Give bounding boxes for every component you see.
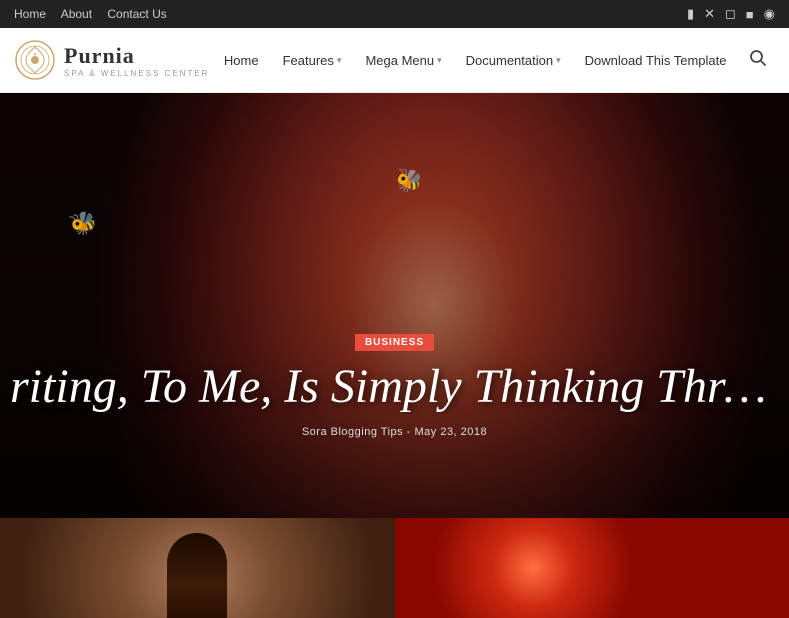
grid-right-image[interactable] [395, 518, 789, 618]
hero-badge[interactable]: BUSINESS [0, 332, 789, 361]
facebook-icon[interactable]: ▮ [687, 6, 694, 22]
topbar-home-link[interactable]: Home [14, 7, 46, 21]
logo-text: Purnia SPA & WELLNESS CENTER [64, 43, 209, 78]
grid-left-image[interactable] [0, 518, 395, 618]
grid-left-inner [0, 518, 395, 618]
instagram-icon[interactable]: ◻ [725, 6, 736, 22]
logo-icon: ✦ [14, 39, 56, 81]
hero-separator: - [407, 426, 411, 438]
hero-content: BUSINESS riting, To Me, Is Simply Thinki… [0, 332, 789, 438]
skype-icon[interactable]: ◉ [764, 6, 775, 22]
top-bar-nav: Home About Contact Us [14, 7, 179, 21]
topbar-about-link[interactable]: About [61, 7, 92, 21]
mega-menu-caret: ▾ [437, 55, 442, 66]
image-grid [0, 518, 789, 618]
nav-features[interactable]: Features ▾ [273, 45, 352, 76]
bee-decoration-2: 🐝 [393, 166, 425, 196]
hero-date: May 23, 2018 [414, 426, 487, 438]
nav-home[interactable]: Home [214, 45, 269, 76]
topbar-contact-link[interactable]: Contact Us [107, 7, 166, 21]
search-button[interactable] [741, 41, 775, 80]
social-icons: ▮ ✕ ◻ ■ ◉ [687, 6, 775, 22]
logo-name: Purnia [64, 43, 209, 69]
figure-silhouette [167, 533, 227, 618]
main-nav: Home Features ▾ Mega Menu ▾ Documentatio… [214, 45, 737, 76]
search-icon [749, 49, 767, 67]
hero-author: Sora Blogging Tips [302, 426, 403, 438]
docs-caret: ▾ [556, 55, 561, 66]
hero-meta: Sora Blogging Tips - May 23, 2018 [0, 426, 789, 438]
hero-title: riting, To Me, Is Simply Thinking Throug… [0, 361, 789, 414]
grid-right-inner [395, 518, 789, 618]
svg-text:✦: ✦ [33, 52, 37, 58]
nav-download-template[interactable]: Download This Template [575, 45, 737, 76]
header: ✦ Purnia SPA & WELLNESS CENTER Home Feat… [0, 28, 789, 93]
twitter-x-icon[interactable]: ✕ [704, 6, 715, 22]
nav-documentation[interactable]: Documentation ▾ [456, 45, 571, 76]
top-bar: Home About Contact Us ▮ ✕ ◻ ■ ◉ [0, 0, 789, 28]
logo[interactable]: ✦ Purnia SPA & WELLNESS CENTER [14, 39, 209, 81]
pinterest-icon[interactable]: ■ [746, 7, 754, 22]
features-caret: ▾ [337, 55, 342, 66]
logo-tagline: SPA & WELLNESS CENTER [64, 69, 209, 78]
hero-section: 🐝 🐝 BUSINESS riting, To Me, Is Simply Th… [0, 93, 789, 518]
hero-overlay [0, 93, 789, 518]
nav-mega-menu[interactable]: Mega Menu ▾ [355, 45, 451, 76]
